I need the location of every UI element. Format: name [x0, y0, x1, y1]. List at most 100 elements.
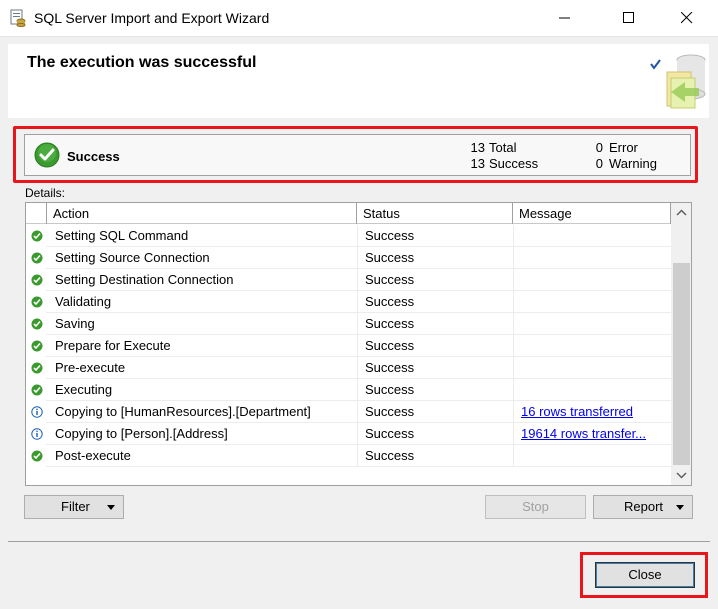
message-link[interactable]: 19614 rows transfer... [521, 423, 661, 445]
status-cell: Success [365, 228, 415, 243]
summary-highlight-box [13, 126, 698, 183]
message-cell [521, 313, 661, 335]
header-icon-column [26, 203, 47, 224]
status-cell: Success [365, 426, 415, 441]
chevron-down-icon [107, 505, 115, 510]
column-header-message[interactable]: Message [513, 203, 671, 224]
column-divider [357, 445, 358, 467]
column-divider [513, 225, 514, 247]
maximize-icon [623, 12, 634, 23]
message-cell [521, 225, 661, 247]
column-divider [513, 401, 514, 423]
column-header-action[interactable]: Action [47, 203, 357, 224]
status-cell: Success [365, 404, 415, 419]
message-cell [521, 445, 661, 467]
status-cell: Success [365, 272, 415, 287]
action-cell: Setting Destination Connection [55, 272, 234, 287]
filter-button-label: Filter [61, 499, 90, 514]
action-cell: Saving [55, 316, 95, 331]
action-cell: Pre-execute [55, 360, 126, 375]
maximize-button[interactable] [606, 0, 652, 36]
status-cell: Success [365, 360, 415, 375]
column-divider [357, 269, 358, 291]
column-divider [513, 357, 514, 379]
window-close-button[interactable] [664, 0, 710, 36]
message-cell [521, 247, 661, 269]
table-row[interactable]: Setting Source Connection Success [26, 247, 671, 269]
column-header-status[interactable]: Status [357, 203, 513, 224]
action-cell: Prepare for Execute [55, 338, 171, 353]
window-title: SQL Server Import and Export Wizard [34, 10, 270, 26]
action-cell: Setting Source Connection [55, 250, 210, 265]
success-icon [31, 318, 43, 330]
message-cell [521, 357, 661, 379]
footer-separator [8, 541, 710, 542]
table-row[interactable]: Copying to [Person].[Address] Success 1961… [26, 423, 671, 445]
status-cell: Success [365, 316, 415, 331]
column-divider [357, 313, 358, 335]
report-button[interactable]: Report [593, 495, 693, 519]
title-bar: SQL Server Import and Export Wizard [0, 0, 718, 37]
message-cell [521, 335, 661, 357]
success-icon [31, 362, 43, 374]
scroll-thumb[interactable] [673, 263, 690, 465]
action-cell: Post-execute [55, 448, 131, 463]
column-divider [357, 423, 358, 445]
minimize-button[interactable] [542, 0, 588, 36]
action-cell: Setting SQL Command [55, 228, 189, 243]
table-row[interactable]: Copying to [HumanResources].[Department]… [26, 401, 671, 423]
action-cell: Copying to [Person].[Address] [55, 426, 228, 441]
success-icon [31, 252, 43, 264]
column-divider [513, 335, 514, 357]
scroll-down-icon[interactable] [676, 471, 687, 479]
table-row[interactable]: Post-execute Success [26, 445, 671, 467]
close-icon [681, 12, 693, 24]
column-divider [357, 247, 358, 269]
header-panel: The execution was successful [8, 44, 709, 118]
scroll-up-icon[interactable] [676, 209, 687, 217]
status-cell: Success [365, 448, 415, 463]
table-row[interactable]: Setting Destination Connection Success [26, 269, 671, 291]
details-label: Details: [25, 186, 66, 200]
column-divider [513, 445, 514, 467]
stop-button[interactable]: Stop [485, 495, 586, 519]
column-divider [513, 269, 514, 291]
details-grid[interactable]: Action Status Message Setting SQL Comman… [25, 202, 692, 486]
table-row[interactable]: Saving Success [26, 313, 671, 335]
message-link[interactable]: 16 rows transferred [521, 401, 661, 423]
column-divider [357, 401, 358, 423]
success-icon [31, 340, 43, 352]
column-divider [513, 423, 514, 445]
column-divider [513, 291, 514, 313]
table-row[interactable]: Setting SQL Command Success [26, 225, 671, 247]
success-icon [31, 296, 43, 308]
chevron-down-icon [676, 505, 684, 510]
wizard-banner-icon [645, 52, 709, 117]
action-cell: Executing [55, 382, 113, 397]
status-cell: Success [365, 294, 415, 309]
table-row[interactable]: Pre-execute Success [26, 357, 671, 379]
filter-button[interactable]: Filter [24, 495, 124, 519]
minimize-icon [559, 17, 570, 19]
stop-button-label: Stop [522, 499, 549, 514]
page-title: The execution was successful [27, 54, 257, 71]
status-cell: Success [365, 382, 415, 397]
success-icon [31, 384, 43, 396]
status-cell: Success [365, 250, 415, 265]
details-scrollbar[interactable] [671, 203, 691, 485]
action-cell: Validating [55, 294, 112, 309]
column-divider [513, 313, 514, 335]
info-icon [31, 428, 43, 440]
table-row[interactable]: Executing Success [26, 379, 671, 401]
report-button-label: Report [624, 499, 664, 514]
grid-header: Action Status Message [26, 203, 671, 224]
success-icon [31, 274, 43, 286]
column-divider [357, 291, 358, 313]
column-divider [357, 379, 358, 401]
table-row[interactable]: Prepare for Execute Success [26, 335, 671, 357]
success-icon [31, 450, 43, 462]
message-cell [521, 379, 661, 401]
info-icon [31, 406, 43, 418]
table-row[interactable]: Validating Success [26, 291, 671, 313]
column-divider [513, 379, 514, 401]
